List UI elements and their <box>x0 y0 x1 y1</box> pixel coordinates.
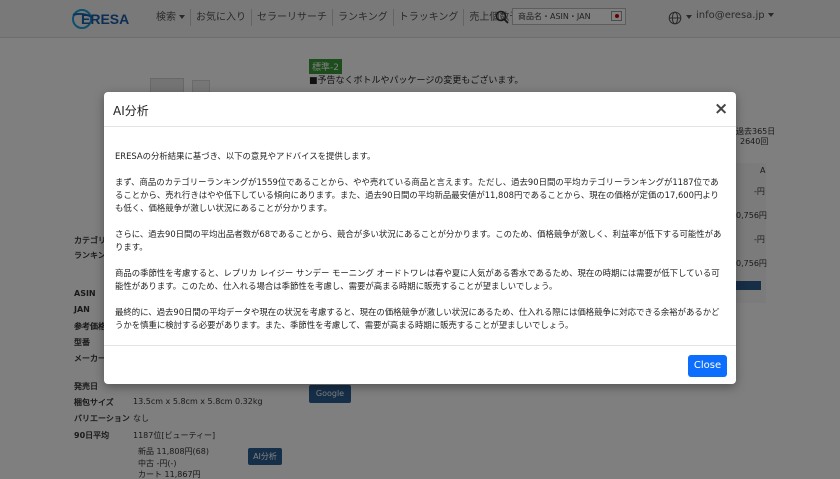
analysis-seasonality-paragraph: 商品の季節性を考慮すると、レプリカ レイジー サンデー モーニング オードトワレ… <box>115 268 720 291</box>
modal-header: AI分析 × <box>104 92 736 127</box>
modal-title: AI分析 <box>113 104 149 118</box>
modal-body: ERESAの分析結果に基づき、以下の意見やアドバイスを提供します。 まず、商品の… <box>115 150 725 345</box>
close-button[interactable]: Close <box>688 355 727 377</box>
ai-analysis-modal: AI分析 × ERESAの分析結果に基づき、以下の意見やアドバイスを提供します。… <box>104 92 736 384</box>
analysis-competition-paragraph: さらに、過去90日間の平均出品者数が68であることから、競合が多い状況にあること… <box>115 229 722 252</box>
analysis-intro: ERESAの分析結果に基づき、以下の意見やアドバイスを提供します。 <box>115 151 376 161</box>
analysis-ranking-paragraph: まず、商品のカテゴリーランキングが1559位であることから、やや売れている商品と… <box>115 177 719 213</box>
close-icon[interactable]: × <box>714 99 728 119</box>
analysis-conclusion-paragraph: 最終的に、過去90日間の平均データや現在の状況を考慮すると、現在の価格競争が激し… <box>115 307 720 330</box>
modal-footer: Close <box>104 345 736 384</box>
